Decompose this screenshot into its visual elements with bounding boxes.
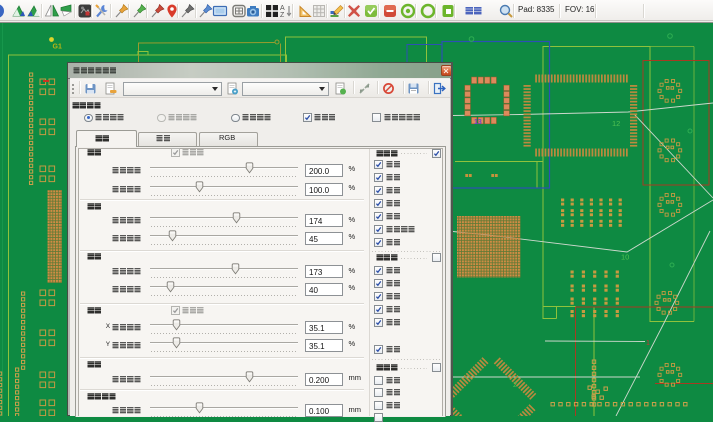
svg-text:1: 1 [646,340,650,347]
svg-text:13: 13 [474,119,482,126]
svg-text:Z: Z [280,12,285,19]
svg-text:A: A [280,5,285,12]
svg-text:G1: G1 [53,44,62,51]
svg-text:2: 2 [513,382,517,389]
svg-text:12: 12 [612,119,620,128]
svg-text:10: 10 [621,253,629,262]
